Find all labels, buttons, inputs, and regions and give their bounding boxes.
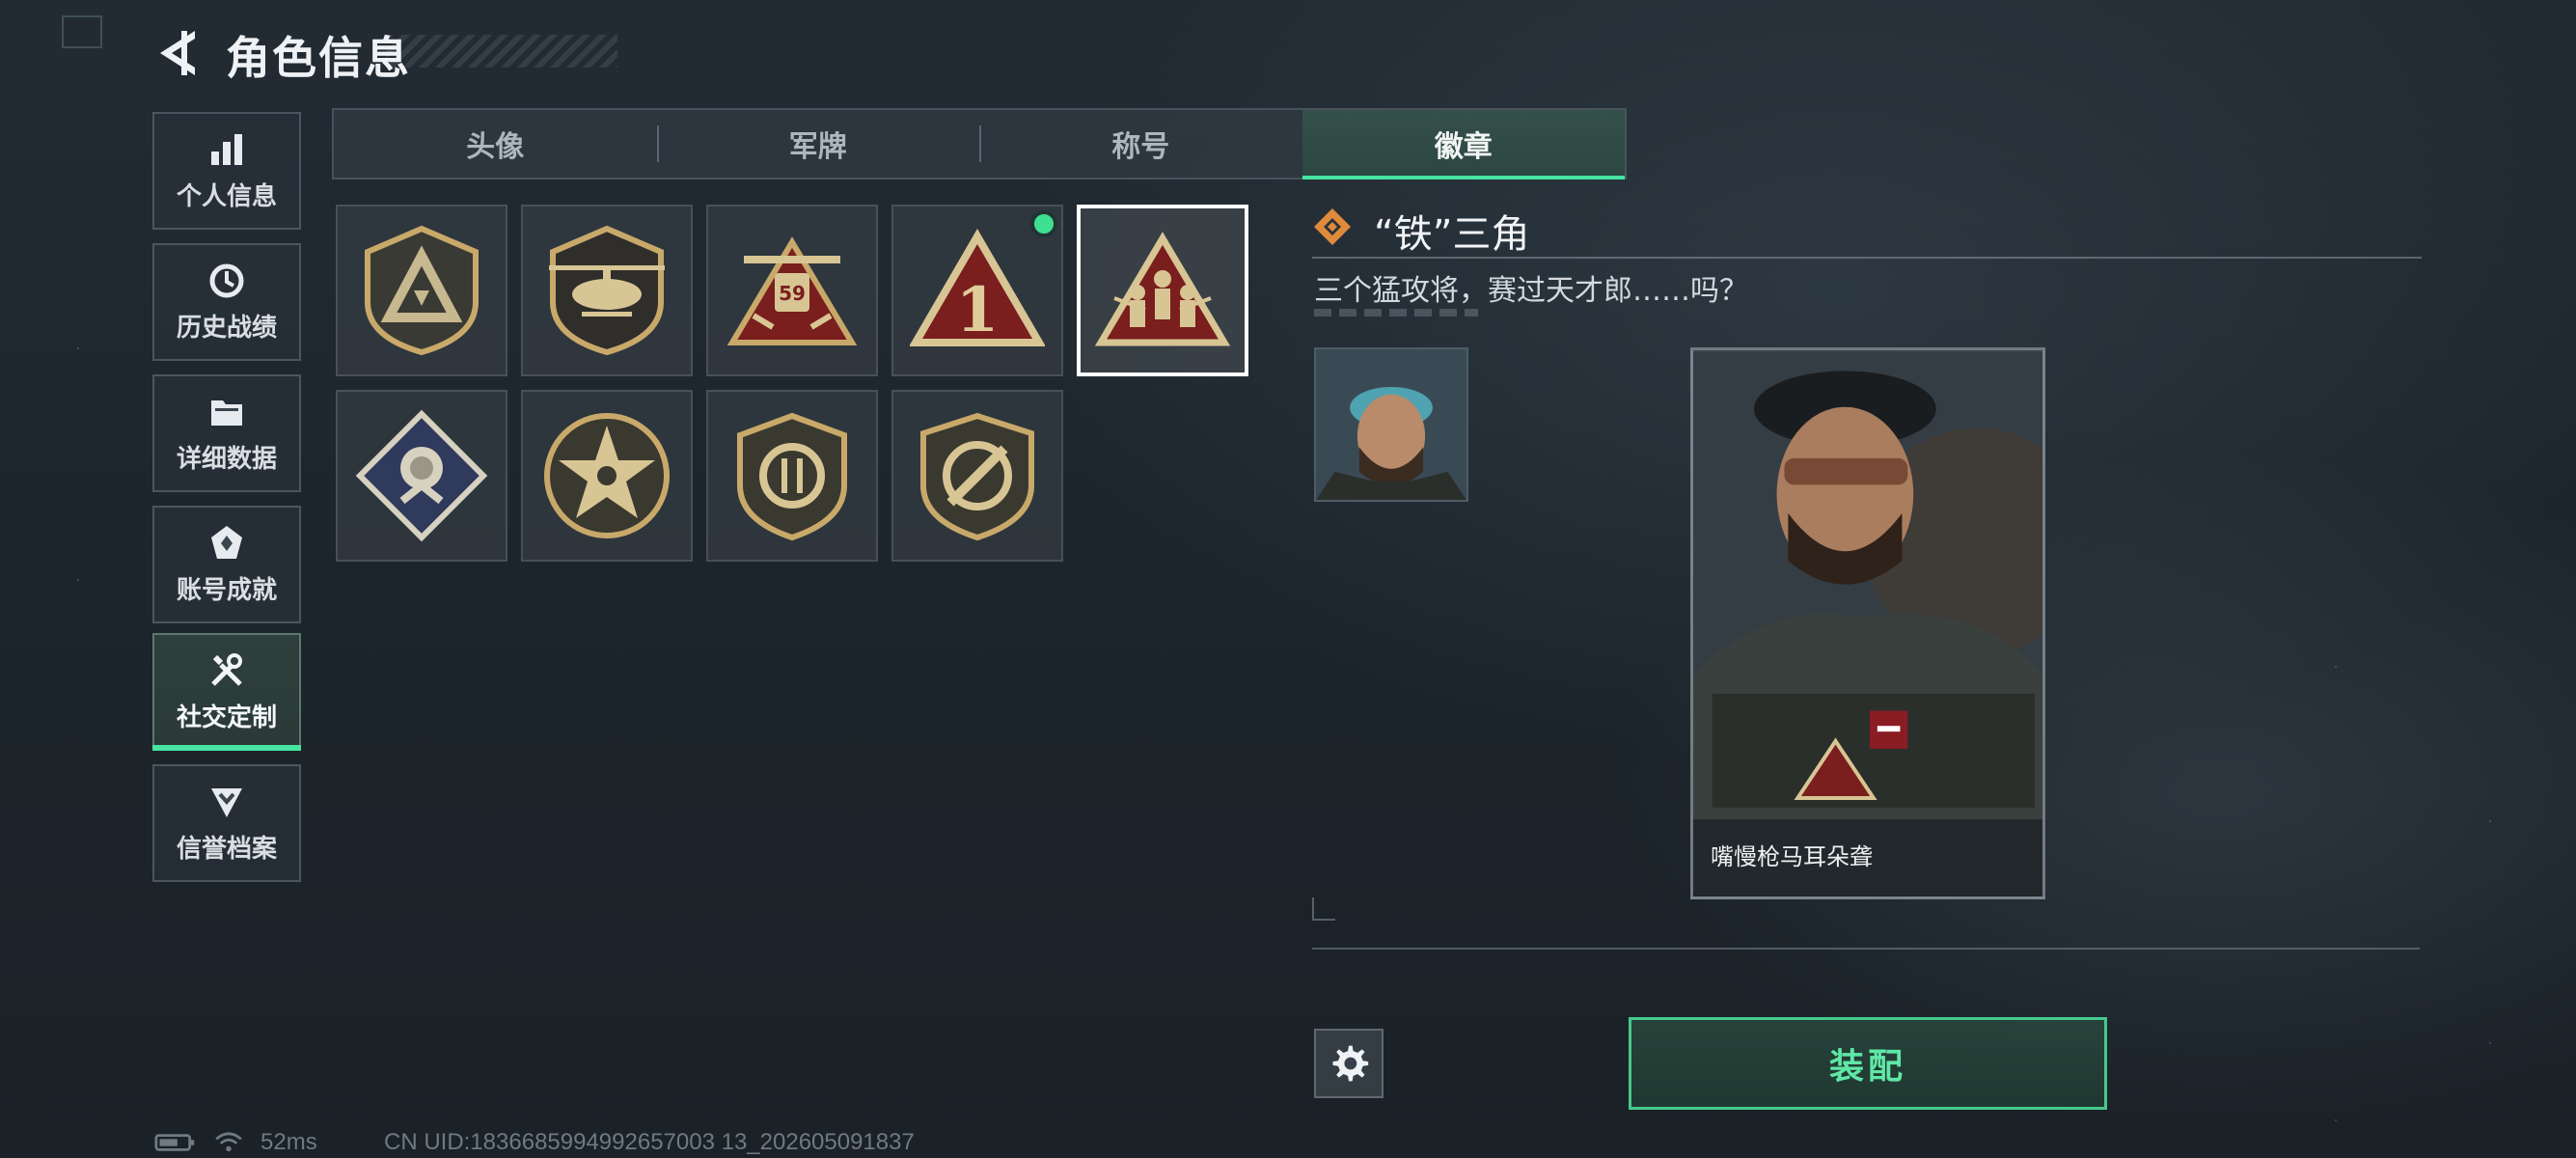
corner-decoration	[1312, 897, 1335, 921]
rarity-diamond-icon	[1314, 208, 1351, 245]
equip-button-label: 装配	[1828, 1047, 1906, 1087]
sidebar-item-label: 账号成就	[176, 575, 277, 605]
equip-button[interactable]: 装配	[1629, 1017, 2107, 1110]
description-decoration	[1314, 309, 1478, 317]
badge-cell[interactable]: 59	[706, 205, 878, 376]
soldier-portrait-image	[1316, 349, 1466, 500]
divider	[1312, 257, 2422, 259]
antenna-badge-icon: 59	[726, 236, 858, 345]
folder-icon	[211, 400, 242, 426]
tab-title[interactable]: 称号	[979, 110, 1302, 178]
badge-description: 三个猛攻将，赛过天才郎……吗？	[1314, 274, 1748, 308]
badge-cell[interactable]	[336, 205, 507, 376]
sidebar-item-label: 信誉档案	[176, 834, 277, 864]
shield-chevron-icon	[211, 787, 242, 817]
badge-cell-selected[interactable]	[1077, 205, 1248, 376]
bar-chart-icon	[211, 133, 242, 165]
card-name: 嘴慢枪马耳朵聋	[1711, 843, 1873, 870]
sidebar-item-achievements[interactable]: 账号成就	[152, 506, 301, 623]
ping-value: 52ms	[260, 1129, 317, 1155]
badge-cell[interactable]	[891, 390, 1063, 562]
sidebar-item-social-custom[interactable]: 社交定制	[152, 633, 301, 751]
tab-dog-tag[interactable]: 军牌	[656, 110, 980, 178]
settings-button[interactable]	[1314, 1029, 1384, 1098]
svg-text:1: 1	[956, 274, 1000, 346]
sidebar-item-label: 历史战绩	[176, 313, 277, 343]
sidebar-item-label: 社交定制	[176, 703, 277, 732]
achievement-icon	[211, 525, 242, 559]
sidebar-item-label: 个人信息	[176, 181, 277, 211]
tools-icon	[211, 652, 242, 686]
user-id: CN UID:1836685994992657003 13_2026050918…	[384, 1129, 915, 1155]
character-preview-image	[1693, 351, 2042, 896]
badge-cell[interactable]	[521, 390, 693, 562]
badge-cell[interactable]	[336, 390, 507, 562]
corner-frame	[62, 15, 102, 48]
sidebar-item-history[interactable]: 历史战绩	[152, 243, 301, 361]
wifi-icon	[215, 1132, 242, 1152]
back-arrow-icon	[160, 31, 195, 75]
clock-icon	[209, 263, 244, 297]
page-title: 角色信息	[226, 32, 411, 84]
rose-diamond-badge-icon	[355, 409, 488, 542]
sidebar-item-label: 详细数据	[176, 444, 277, 474]
knife-shield-badge-icon	[920, 412, 1034, 541]
arrows-shield-badge-icon	[737, 412, 847, 541]
helicopter-badge-icon	[549, 225, 665, 356]
triangle-shield-badge-icon	[365, 225, 479, 356]
iron-triangle-soldiers-badge-icon	[1095, 232, 1230, 346]
character-card: 嘴慢枪马耳朵聋	[1690, 347, 2045, 899]
sidebar-item-personal-info[interactable]: 个人信息	[152, 112, 301, 230]
badge-cell[interactable]	[706, 390, 878, 562]
badge-cell[interactable]	[521, 205, 693, 376]
tab-badge[interactable]: 徽章	[1302, 110, 1625, 179]
star-circle-badge-icon	[544, 413, 670, 538]
tab-avatar[interactable]: 头像	[334, 110, 657, 178]
badge-name: “铁”三角	[1374, 212, 1530, 257]
svg-text:59: 59	[779, 282, 806, 305]
category-tabs: 头像 军牌 称号 徽章	[332, 108, 1627, 179]
number-one-triangle-badge-icon: 1	[910, 229, 1045, 346]
title-decoration	[386, 35, 617, 68]
sidebar-item-reputation[interactable]: 信誉档案	[152, 764, 301, 882]
equipped-indicator	[1030, 210, 1057, 237]
battery-icon	[154, 1134, 195, 1151]
status-bar: 52ms	[154, 1129, 317, 1156]
divider	[1312, 948, 2420, 950]
back-button[interactable]	[152, 25, 205, 81]
gear-icon	[1332, 1045, 1369, 1082]
sidebar-item-details[interactable]: 详细数据	[152, 374, 301, 492]
avatar	[1314, 347, 1468, 502]
